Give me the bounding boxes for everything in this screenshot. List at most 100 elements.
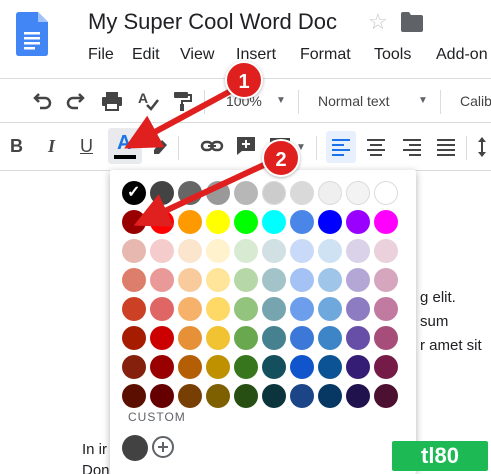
color-swatch[interactable] (318, 210, 342, 234)
color-swatch[interactable] (318, 326, 342, 350)
color-swatch[interactable] (234, 181, 258, 205)
style-select[interactable]: Normal text (318, 93, 390, 109)
color-swatch[interactable] (234, 326, 258, 350)
color-swatch[interactable] (234, 297, 258, 321)
menu-tools[interactable]: Tools (374, 46, 411, 64)
color-swatch[interactable] (374, 326, 398, 350)
color-swatch[interactable] (346, 239, 370, 263)
color-swatch[interactable] (122, 268, 146, 292)
underline-button[interactable]: U (80, 136, 93, 157)
font-select[interactable]: Calib (460, 93, 491, 109)
italic-button[interactable]: I (48, 136, 55, 157)
color-swatch[interactable] (262, 268, 286, 292)
color-swatch[interactable] (206, 326, 230, 350)
bold-button[interactable]: B (10, 136, 23, 157)
color-swatch[interactable] (122, 384, 146, 408)
color-swatch[interactable] (206, 384, 230, 408)
color-swatch[interactable] (346, 181, 370, 205)
color-swatch[interactable] (374, 239, 398, 263)
color-swatch[interactable] (150, 210, 174, 234)
color-swatch[interactable] (346, 268, 370, 292)
color-swatch[interactable] (178, 268, 202, 292)
color-swatch[interactable] (122, 326, 146, 350)
highlight-icon[interactable] (148, 134, 172, 158)
color-swatch[interactable] (178, 355, 202, 379)
color-swatch[interactable] (206, 297, 230, 321)
color-swatch[interactable] (206, 268, 230, 292)
color-swatch[interactable] (374, 355, 398, 379)
color-swatch[interactable] (234, 268, 258, 292)
color-swatch[interactable] (346, 297, 370, 321)
color-swatch[interactable] (346, 355, 370, 379)
spellcheck-icon[interactable]: A (136, 89, 160, 113)
menu-format[interactable]: Format (300, 46, 351, 64)
color-swatch[interactable] (374, 181, 398, 205)
color-swatch[interactable] (290, 326, 314, 350)
color-swatch[interactable] (290, 355, 314, 379)
color-swatch[interactable] (206, 181, 230, 205)
color-swatch[interactable] (178, 384, 202, 408)
color-swatch[interactable] (262, 297, 286, 321)
star-icon[interactable]: ☆ (368, 10, 388, 34)
align-left-button[interactable] (326, 131, 356, 163)
color-swatch[interactable] (262, 326, 286, 350)
align-right-icon[interactable] (400, 135, 424, 159)
color-swatch[interactable] (290, 268, 314, 292)
color-swatch[interactable] (346, 384, 370, 408)
color-swatch[interactable] (290, 239, 314, 263)
color-swatch[interactable] (234, 355, 258, 379)
menu-file[interactable]: File (88, 46, 114, 64)
color-swatch[interactable] (122, 355, 146, 379)
color-swatch[interactable] (206, 239, 230, 263)
print-icon[interactable] (100, 89, 124, 113)
chevron-down-icon[interactable]: ▼ (418, 95, 428, 106)
color-swatch[interactable] (234, 384, 258, 408)
color-swatch[interactable] (122, 239, 146, 263)
color-swatch[interactable] (262, 355, 286, 379)
redo-icon[interactable] (64, 89, 88, 113)
color-swatch[interactable] (234, 239, 258, 263)
add-custom-color-icon[interactable] (152, 436, 174, 458)
line-spacing-icon[interactable] (474, 135, 490, 159)
color-swatch[interactable] (206, 210, 230, 234)
color-swatch[interactable] (150, 239, 174, 263)
color-swatch[interactable] (318, 355, 342, 379)
menu-addons[interactable]: Add-on (436, 46, 488, 64)
color-swatch[interactable] (318, 181, 342, 205)
color-swatch[interactable] (346, 210, 370, 234)
color-swatch[interactable] (290, 297, 314, 321)
color-swatch[interactable] (178, 181, 202, 205)
doc-title[interactable]: My Super Cool Word Doc (88, 9, 337, 35)
align-justify-icon[interactable] (434, 135, 458, 159)
color-swatch[interactable] (234, 210, 258, 234)
color-swatch[interactable] (206, 355, 230, 379)
color-swatch[interactable] (178, 297, 202, 321)
color-swatch[interactable] (178, 239, 202, 263)
color-swatch[interactable] (290, 384, 314, 408)
color-swatch[interactable] (374, 297, 398, 321)
color-swatch[interactable] (290, 210, 314, 234)
color-swatch[interactable] (150, 384, 174, 408)
text-color-button[interactable]: A (108, 128, 142, 164)
color-swatch[interactable] (290, 181, 314, 205)
color-swatch[interactable] (318, 297, 342, 321)
color-swatch[interactable] (150, 297, 174, 321)
color-swatch[interactable] (374, 268, 398, 292)
link-icon[interactable] (200, 134, 224, 158)
menu-edit[interactable]: Edit (132, 46, 160, 64)
paint-format-icon[interactable] (170, 89, 194, 113)
undo-icon[interactable] (30, 89, 54, 113)
color-swatch[interactable] (122, 297, 146, 321)
chevron-down-icon[interactable]: ▼ (276, 95, 286, 106)
color-swatch[interactable] (318, 268, 342, 292)
menu-view[interactable]: View (180, 46, 214, 64)
docs-logo-icon[interactable] (16, 12, 48, 56)
color-swatch[interactable] (122, 181, 146, 205)
color-swatch[interactable] (122, 210, 146, 234)
color-swatch[interactable] (262, 239, 286, 263)
custom-color-swatch[interactable] (122, 435, 148, 461)
color-swatch[interactable] (150, 326, 174, 350)
color-swatch[interactable] (178, 210, 202, 234)
color-swatch[interactable] (178, 326, 202, 350)
color-swatch[interactable] (262, 210, 286, 234)
